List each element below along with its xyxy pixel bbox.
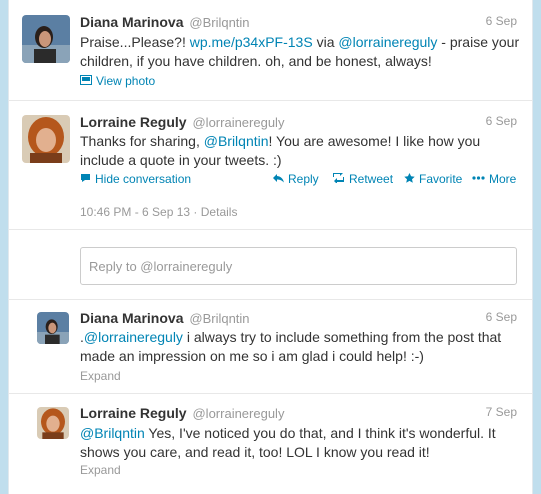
author-handle[interactable]: @Brilqntin (189, 311, 249, 326)
tweet-header: Lorraine Reguly @lorrainereguly 6 Sep (80, 114, 517, 130)
view-photo-button[interactable]: View photo (80, 74, 155, 88)
tweet-timestamp-row: 10:46 PM - 6 Sep 13 · Details (80, 205, 237, 219)
text-segment: via (312, 34, 339, 50)
tweet-text: Thanks for sharing, @Brilqntin! You are … (80, 132, 522, 170)
hide-conversation-label: Hide conversation (95, 172, 192, 186)
tweet-date[interactable]: 6 Sep (486, 310, 517, 324)
reply-arrow-icon (273, 172, 284, 186)
author-handle[interactable]: @lorrainereguly (192, 406, 284, 421)
hide-conversation-button[interactable]: Hide conversation (80, 172, 191, 186)
favorite-label: Favorite (419, 172, 463, 186)
avatar-diana[interactable] (37, 312, 69, 344)
avatar-lorraine[interactable] (22, 115, 70, 163)
tweet-date[interactable]: 6 Sep (486, 114, 517, 128)
tweet-1[interactable]: Diana Marinova @Brilqntin 6 Sep Praise..… (9, 0, 532, 100)
author-name[interactable]: Lorraine Reguly (80, 405, 187, 421)
mention-link[interactable]: @lorrainereguly (84, 329, 183, 345)
favorite-button[interactable]: Favorite (404, 172, 462, 186)
text-segment: Thanks for sharing, (80, 133, 204, 149)
tweet-text: @Brilqntin Yes, I've noticed you do that… (80, 424, 522, 462)
more-button[interactable]: More (472, 172, 516, 186)
mention-link[interactable]: @Brilqntin (204, 133, 269, 149)
retweet-icon (332, 170, 345, 186)
tweet-date[interactable]: 6 Sep (486, 14, 517, 28)
avatar-lorraine[interactable] (37, 407, 69, 439)
mention-link[interactable]: @Brilqntin (80, 425, 145, 441)
retweet-label: Retweet (349, 172, 394, 186)
more-dots-icon (472, 172, 485, 186)
details-link[interactable]: Details (201, 205, 238, 219)
tweet-text: .@lorrainereguly i always try to include… (80, 328, 522, 366)
author-name[interactable]: Lorraine Reguly (80, 114, 187, 130)
mention-link[interactable]: @lorrainereguly (338, 34, 437, 50)
more-label: More (489, 172, 517, 186)
reply-button[interactable]: Reply (273, 172, 319, 186)
photo-icon (80, 74, 92, 88)
separator: · (193, 205, 201, 219)
tweet-date[interactable]: 7 Sep (486, 405, 517, 419)
tweet-4[interactable]: Lorraine Reguly @lorrainereguly 7 Sep @B… (9, 394, 532, 494)
tweet-text: Praise...Please?! wp.me/p34xPF-13S via @… (80, 33, 522, 71)
author-name[interactable]: Diana Marinova (80, 310, 183, 326)
tweet-header: Diana Marinova @Brilqntin 6 Sep (80, 310, 517, 326)
author-handle[interactable]: @Brilqntin (189, 15, 249, 30)
text-segment: Praise...Please?! (80, 34, 190, 50)
divider (9, 229, 532, 230)
author-name[interactable]: Diana Marinova (80, 14, 183, 30)
author-handle[interactable]: @lorrainereguly (192, 115, 284, 130)
tweet-3[interactable]: Diana Marinova @Brilqntin 6 Sep .@lorrai… (9, 300, 532, 393)
star-icon (404, 172, 415, 186)
speech-bubble-icon (80, 172, 91, 186)
tweet-header: Diana Marinova @Brilqntin 6 Sep (80, 14, 517, 30)
view-photo-label: View photo (96, 74, 156, 88)
reply-input[interactable]: Reply to @lorrainereguly (80, 247, 517, 285)
retweet-button[interactable]: Retweet (332, 170, 394, 186)
expand-link[interactable]: Expand (80, 369, 121, 383)
tweet-link[interactable]: wp.me/p34xPF-13S (190, 34, 313, 50)
avatar-diana[interactable] (22, 15, 70, 63)
tweet-header: Lorraine Reguly @lorrainereguly 7 Sep (80, 405, 517, 421)
tweet-panel: Diana Marinova @Brilqntin 6 Sep Praise..… (8, 0, 533, 494)
reply-label: Reply (288, 172, 319, 186)
tweet-timestamp[interactable]: 10:46 PM - 6 Sep 13 (80, 205, 190, 219)
expand-link[interactable]: Expand (80, 463, 121, 477)
